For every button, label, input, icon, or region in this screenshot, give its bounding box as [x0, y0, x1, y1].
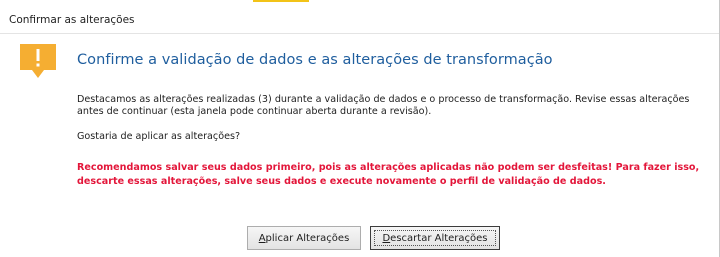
apply-changes-button[interactable]: Aplicar Alterações	[247, 226, 361, 250]
discard-changes-button[interactable]: Descartar Alterações	[370, 226, 500, 250]
warning-message: Recomendamos salvar seus dados primeiro,…	[77, 162, 700, 187]
warning-icon	[20, 44, 56, 78]
window-title: Confirmar as alterações	[9, 14, 135, 26]
dialog-heading: Confirme a validação de dados e as alter…	[77, 52, 553, 68]
confirm-changes-dialog: Confirmar as alterações Confirme a valid…	[0, 0, 720, 257]
dialog-description: Destacamos as alterações realizadas (3) …	[77, 94, 690, 117]
dialog-question: Gostaria de aplicar as alterações?	[77, 131, 241, 142]
apply-button-label: plicar Alterações	[265, 232, 350, 244]
title-bar: Confirmar as alterações	[0, 0, 719, 34]
discard-button-mnemonic: D	[382, 232, 391, 244]
discard-button-label: escartar Alterações	[390, 232, 488, 244]
apply-button-mnemonic: A	[258, 232, 266, 244]
